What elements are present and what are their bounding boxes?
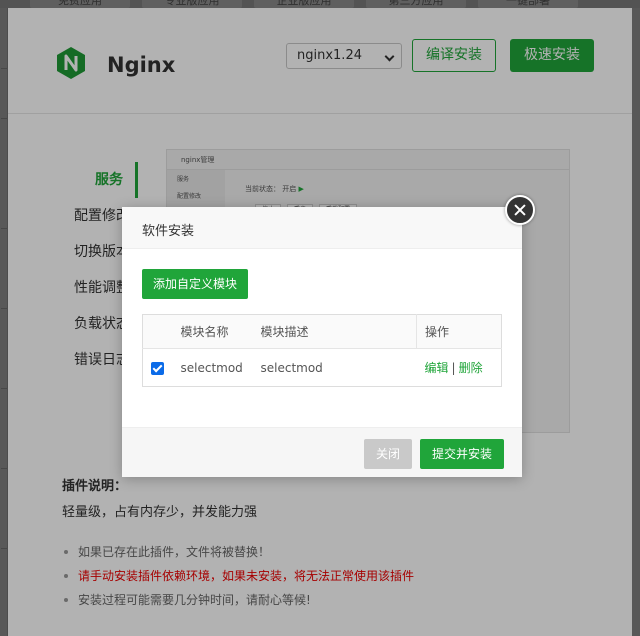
table-header-checkbox: [142, 314, 173, 349]
add-custom-module-button[interactable]: 添加自定义模块: [142, 269, 248, 299]
module-desc-cell: selectmod: [260, 360, 323, 375]
table-row: selectmod selectmod 编辑 | 删除: [143, 349, 502, 387]
close-button[interactable]: 关闭: [364, 439, 412, 469]
install-modal: 软件安装 添加自定义模块 模块名称 模块描述 操作 selectmod sele…: [122, 207, 522, 477]
modal-title: 软件安装: [122, 207, 522, 249]
modal-footer: 关闭 提交并安装: [122, 427, 522, 477]
table-header-desc: 模块描述: [252, 314, 417, 349]
table-header-row: 模块名称 模块描述 操作: [142, 314, 502, 349]
table-header-name: 模块名称: [172, 314, 253, 349]
delete-link[interactable]: 删除: [459, 361, 483, 375]
module-name-cell: selectmod: [180, 360, 243, 375]
table-header-actions: 操作: [416, 314, 502, 349]
module-table: 模块名称 模块描述 操作 selectmod selectmod 编辑 | 删除: [142, 314, 502, 387]
action-separator: |: [451, 361, 456, 375]
row-checkbox[interactable]: [151, 361, 164, 375]
edit-link[interactable]: 编辑: [425, 361, 449, 375]
submit-install-button[interactable]: 提交并安装: [420, 439, 504, 469]
close-icon[interactable]: [505, 195, 535, 225]
module-actions-cell: 编辑 | 删除: [417, 349, 502, 387]
